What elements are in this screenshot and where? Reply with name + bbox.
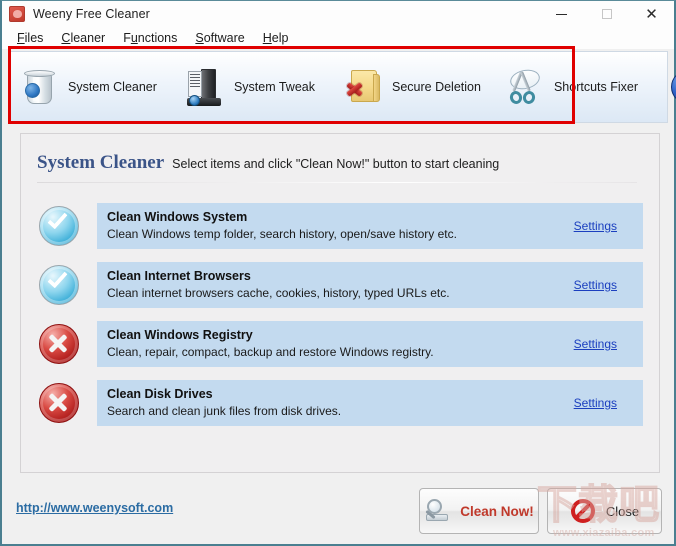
main-panel: System Cleaner Select items and click "C… xyxy=(20,133,660,473)
list-item-description: Clean Windows temp folder, search histor… xyxy=(107,227,457,242)
menu-label-software: oftware xyxy=(203,31,245,45)
check-circle-icon[interactable] xyxy=(37,204,81,248)
info-circle-icon xyxy=(666,65,676,109)
menu-item-help[interactable]: Help xyxy=(254,29,298,47)
x-circle-icon[interactable] xyxy=(37,322,81,366)
scissors-icon xyxy=(505,65,547,109)
folder-delete-icon xyxy=(343,65,385,109)
list-item[interactable]: Clean Internet Browsers Clean internet b… xyxy=(37,261,643,309)
settings-link[interactable]: Settings xyxy=(574,219,617,233)
toolbar-button-system-cleaner[interactable]: System Cleaner xyxy=(9,52,163,122)
menu-item-software[interactable]: Software xyxy=(186,29,253,47)
check-circle-icon[interactable] xyxy=(37,263,81,307)
list-item-title: Clean Windows Registry xyxy=(107,328,253,343)
toolbar-button-system-tweak[interactable]: System Tweak xyxy=(163,52,321,122)
maximize-button[interactable] xyxy=(584,1,629,27)
panel-header: System Cleaner Select items and click "C… xyxy=(37,152,499,174)
list-item[interactable]: Clean Windows Registry Clean, repair, co… xyxy=(37,320,643,368)
no-entry-icon xyxy=(570,498,596,524)
list-item-body[interactable]: Clean Windows System Clean Windows temp … xyxy=(97,203,643,249)
toolbar-label-secure-deletion: Secure Deletion xyxy=(392,80,481,94)
close-icon: ✕ xyxy=(645,4,658,23)
magnifier-disk-icon xyxy=(424,499,450,523)
toolbar-label-shortcuts-fixer: Shortcuts Fixer xyxy=(553,80,639,94)
computer-tower-icon xyxy=(185,65,227,109)
list-item-texts: Clean Windows System Clean Windows temp … xyxy=(107,209,574,242)
list-item-description: Search and clean junk files from disk dr… xyxy=(107,404,342,419)
recycle-bin-icon xyxy=(19,65,61,109)
menu-label-functions: nctions xyxy=(137,31,178,45)
page-subtitle: Select items and click "Clean Now!" butt… xyxy=(172,157,500,171)
title-bar: Weeny Free Cleaner ✕ xyxy=(2,1,674,27)
close-label: Close xyxy=(605,503,640,519)
toolbar-label-system-tweak: System Tweak xyxy=(233,80,315,94)
toolbar: System Cleaner System Tweak Secure Delet… xyxy=(8,51,676,123)
x-circle-icon[interactable] xyxy=(37,381,81,425)
minimize-button[interactable] xyxy=(539,1,584,27)
list-item-description: Clean, repair, compact, backup and resto… xyxy=(107,345,434,360)
list-item-body[interactable]: Clean Disk Drives Search and clean junk … xyxy=(97,380,643,426)
settings-link[interactable]: Settings xyxy=(574,396,617,410)
toolbar-label-system-cleaner: System Cleaner xyxy=(68,80,157,94)
application-window: Weeny Free Cleaner ✕ Files Cleaner Funct… xyxy=(0,0,676,546)
app-icon xyxy=(9,6,25,22)
clean-now-label: Clean Now! xyxy=(460,503,534,519)
menu-item-files[interactable]: Files xyxy=(8,29,52,47)
page-title: System Cleaner xyxy=(37,152,165,173)
list-item-title: Clean Internet Browsers xyxy=(107,269,251,284)
header-divider xyxy=(37,182,637,183)
list-item[interactable]: Clean Windows System Clean Windows temp … xyxy=(37,202,643,250)
list-item-title: Clean Disk Drives xyxy=(107,387,213,402)
list-item-body[interactable]: Clean Windows Registry Clean, repair, co… xyxy=(97,321,643,367)
list-item-body[interactable]: Clean Internet Browsers Clean internet b… xyxy=(97,262,643,308)
list-item-texts: Clean Windows Registry Clean, repair, co… xyxy=(107,327,574,360)
menu-label-help: elp xyxy=(271,31,289,45)
list-item-title: Clean Windows System xyxy=(107,210,248,225)
settings-link[interactable]: Settings xyxy=(574,337,617,351)
cleaner-item-list: Clean Windows System Clean Windows temp … xyxy=(37,202,643,438)
maximize-icon xyxy=(601,9,612,19)
window-controls: ✕ xyxy=(539,1,674,27)
menu-item-cleaner[interactable]: Cleaner xyxy=(52,29,114,47)
settings-link[interactable]: Settings xyxy=(574,278,617,292)
toolbar-button-secure-deletion[interactable]: Secure Deletion xyxy=(321,52,487,122)
toolbar-button-about[interactable]: About ... xyxy=(644,52,676,122)
clean-now-button[interactable]: Clean Now! xyxy=(419,488,539,534)
list-item-texts: Clean Disk Drives Search and clean junk … xyxy=(107,386,574,419)
close-dialog-button[interactable]: Close xyxy=(547,488,662,534)
close-button[interactable]: ✕ xyxy=(629,1,674,27)
list-item[interactable]: Clean Disk Drives Search and clean junk … xyxy=(37,379,643,427)
menu-label-cleaner: leaner xyxy=(70,31,106,45)
menu-item-functions[interactable]: Functions xyxy=(114,29,186,47)
minimize-icon xyxy=(556,13,567,15)
list-item-texts: Clean Internet Browsers Clean internet b… xyxy=(107,268,574,301)
menu-label-files: iles xyxy=(24,31,44,45)
toolbar-button-shortcuts-fixer[interactable]: Shortcuts Fixer xyxy=(487,52,644,122)
list-item-description: Clean internet browsers cache, cookies, … xyxy=(107,286,450,301)
menu-bar: Files Cleaner Functions Software Help xyxy=(2,27,674,49)
website-link[interactable]: http://www.weenysoft.com xyxy=(16,501,173,515)
window-title: Weeny Free Cleaner xyxy=(33,7,150,21)
